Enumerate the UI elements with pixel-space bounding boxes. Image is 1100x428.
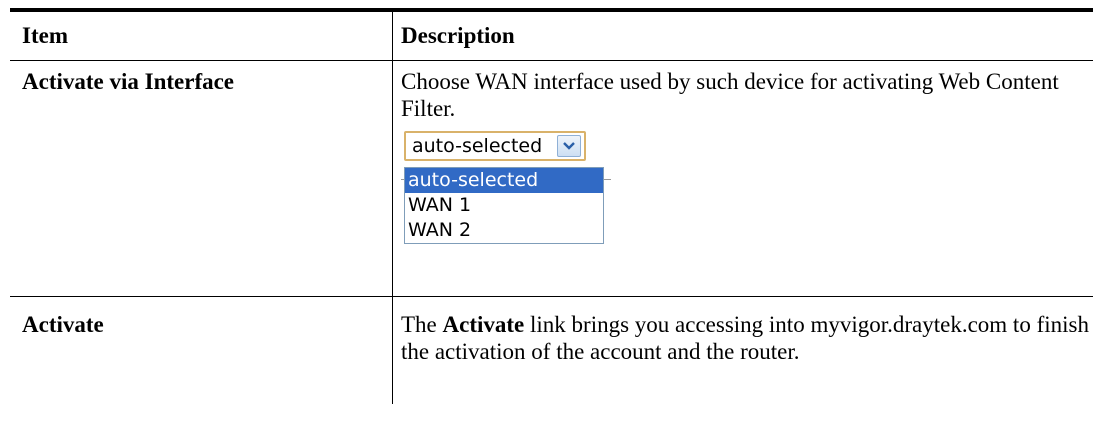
description-table: Item Description Activate via Interface …: [10, 8, 1093, 404]
option-auto-selected[interactable]: auto-selected: [405, 168, 603, 193]
desc-prefix: The: [401, 312, 443, 337]
option-wan-2[interactable]: WAN 2: [405, 218, 603, 243]
chevron-down-icon[interactable]: [557, 135, 581, 157]
table-row: Activate via Interface Choose WAN interf…: [10, 61, 1093, 296]
interface-dropdown-list: auto-selected WAN 1 WAN 2: [404, 167, 604, 244]
table-row: Activate The Activate link brings you ac…: [10, 297, 1093, 404]
select-value: auto-selected: [412, 134, 543, 157]
description-text: Choose WAN interface used by such device…: [401, 69, 1059, 121]
header-item: Item: [22, 23, 68, 48]
row-description: Choose WAN interface used by such device…: [392, 61, 1093, 296]
row-description: The Activate link brings you accessing i…: [392, 297, 1093, 404]
table-header-row: Item Description: [10, 12, 1093, 60]
interface-select-screenshot: auto-selected auto-selected WAN 1 WAN 2: [401, 131, 651, 271]
header-description: Description: [392, 12, 1093, 60]
row-item-activate: Activate: [22, 312, 104, 337]
option-wan-1[interactable]: WAN 1: [405, 193, 603, 218]
row-item-activate-via-interface: Activate via Interface: [22, 69, 235, 94]
desc-bold-activate: Activate: [442, 312, 525, 337]
interface-select[interactable]: auto-selected: [404, 131, 586, 161]
